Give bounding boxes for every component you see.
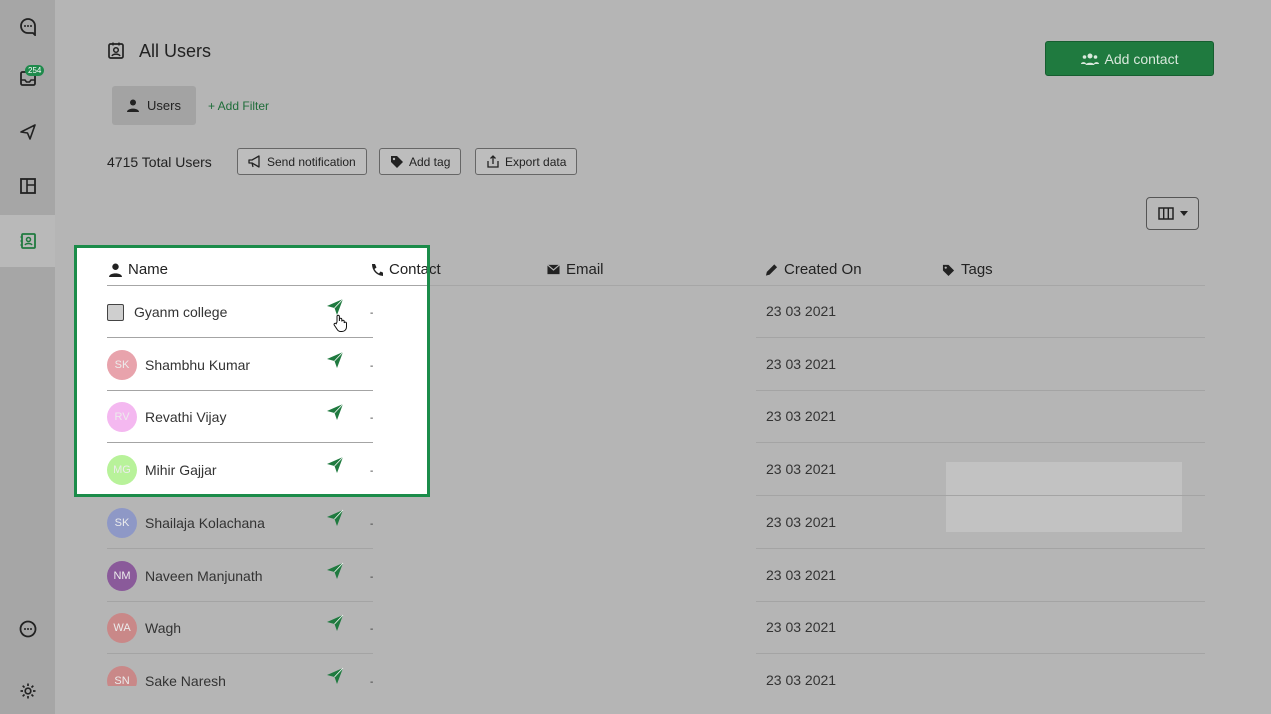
send-message-icon[interactable] <box>326 456 344 474</box>
table-row[interactable]: MG Mihir Gajjar - 23 03 2021 <box>0 444 1271 497</box>
created-on-value: 23 03 2021 <box>766 303 837 319</box>
export-data-label: Export data <box>505 154 567 169</box>
inbox-badge: 254 <box>25 65 45 76</box>
column-header-name[interactable]: Name <box>109 261 168 278</box>
layout-icon <box>19 178 36 194</box>
contacts-book-icon <box>20 233 36 249</box>
export-data-button[interactable]: Export data <box>475 148 578 175</box>
contact-value: - <box>370 624 374 636</box>
column-header-contact[interactable]: Contact <box>370 261 441 278</box>
send-message-icon[interactable] <box>326 403 344 421</box>
column-header-email[interactable]: Email <box>547 261 604 278</box>
add-tag-label: Add tag <box>409 154 451 169</box>
table-row[interactable]: NM Naveen Manjunath - 23 03 2021 <box>0 550 1271 602</box>
add-tag-button[interactable]: Add tag <box>379 148 462 175</box>
column-header-created-on-label: Created On <box>784 261 862 278</box>
avatar: MG <box>107 455 137 486</box>
user-name: Shailaja Kolachana <box>145 514 265 531</box>
avatar: WA <box>107 613 137 644</box>
caret-down-icon <box>1179 211 1188 216</box>
avatar: NM <box>107 560 137 591</box>
send-message-icon[interactable] <box>326 562 344 580</box>
user-icon <box>127 99 140 112</box>
column-header-contact-label: Contact <box>389 261 441 278</box>
column-header-name-label: Name <box>128 261 169 278</box>
column-toggle-button[interactable] <box>1146 197 1199 230</box>
column-header-tags-label: Tags <box>961 261 993 278</box>
column-header-tags[interactable]: Tags <box>942 261 993 278</box>
table-row[interactable]: Gyanm college - 23 03 2021 <box>0 286 1271 338</box>
send-message-icon[interactable] <box>326 509 344 527</box>
add-contact-label: Add contact <box>1104 50 1179 67</box>
total-users-count: 4715 Total Users <box>107 154 212 170</box>
row-checkbox[interactable] <box>107 303 124 321</box>
add-contact-button[interactable]: Add contact <box>1045 41 1214 76</box>
send-message-icon[interactable] <box>326 351 344 369</box>
column-header-created-on[interactable]: Created On <box>765 261 862 278</box>
page-title: All Users <box>139 41 212 61</box>
send-notification-button[interactable]: Send notification <box>237 148 367 175</box>
user-icon <box>109 263 122 277</box>
created-on-value: 23 03 2021 <box>766 513 837 530</box>
sidebar-item-templates[interactable] <box>0 160 55 212</box>
users-filter-chip[interactable]: Users <box>112 86 196 125</box>
contact-value: - <box>370 571 374 583</box>
hand-cursor-icon <box>333 314 347 332</box>
contact-value: - <box>370 413 374 425</box>
tag-icon <box>942 264 955 276</box>
user-name: Wagh <box>145 620 182 637</box>
bottom-fade <box>55 686 1271 714</box>
user-name: Naveen Manjunath <box>145 567 263 584</box>
send-icon <box>19 124 36 140</box>
pencil-icon <box>765 263 778 276</box>
envelope-icon <box>547 264 560 275</box>
contact-value: - <box>370 518 374 530</box>
created-on-value: 23 03 2021 <box>766 619 837 636</box>
table-row[interactable]: SK Shailaja Kolachana - 23 03 2021 <box>0 497 1271 549</box>
sidebar-item-inbox[interactable]: 254 <box>0 52 55 104</box>
user-name: Shambhu Kumar <box>145 356 251 373</box>
user-name: Gyanm college <box>134 304 228 320</box>
send-message-icon[interactable] <box>326 614 344 632</box>
created-on-value: 23 03 2021 <box>766 566 837 583</box>
add-filter-link[interactable]: + Add Filter <box>208 99 269 113</box>
contact-value: - <box>370 466 374 478</box>
created-on-value: 23 03 2021 <box>766 355 837 372</box>
chat-logo-icon <box>19 18 36 36</box>
tag-icon <box>391 156 403 168</box>
contact-value: - <box>370 360 374 372</box>
user-name: Mihir Gajjar <box>145 462 217 479</box>
sidebar-item-campaigns[interactable] <box>0 106 55 158</box>
avatar: SK <box>107 349 137 380</box>
send-notification-label: Send notification <box>267 154 356 169</box>
created-on-value: 23 03 2021 <box>766 461 837 478</box>
contact-value: - <box>370 308 374 319</box>
user-name: Revathi Vijay <box>145 409 227 426</box>
contacts-header-icon <box>108 42 124 59</box>
phone-icon <box>372 263 383 276</box>
sidebar-item-contacts[interactable] <box>0 215 55 267</box>
created-on-value: 23 03 2021 <box>766 408 837 425</box>
table-row[interactable]: WA Wagh - 23 03 2021 <box>0 602 1271 655</box>
columns-icon <box>1157 207 1174 220</box>
users-chip-label: Users <box>147 98 181 113</box>
export-icon <box>487 155 499 168</box>
megaphone-icon <box>248 155 260 168</box>
sidebar-item-chat-logo[interactable] <box>0 0 55 52</box>
avatar: RV <box>107 402 137 433</box>
avatar: SK <box>107 507 137 538</box>
column-header-email-label: Email <box>566 261 604 278</box>
send-message-icon[interactable] <box>326 667 344 685</box>
table-row[interactable]: SK Shambhu Kumar - 23 03 2021 <box>0 339 1271 391</box>
users-group-icon <box>1080 53 1099 65</box>
table-row[interactable]: RV Revathi Vijay - 23 03 2021 <box>0 391 1271 444</box>
